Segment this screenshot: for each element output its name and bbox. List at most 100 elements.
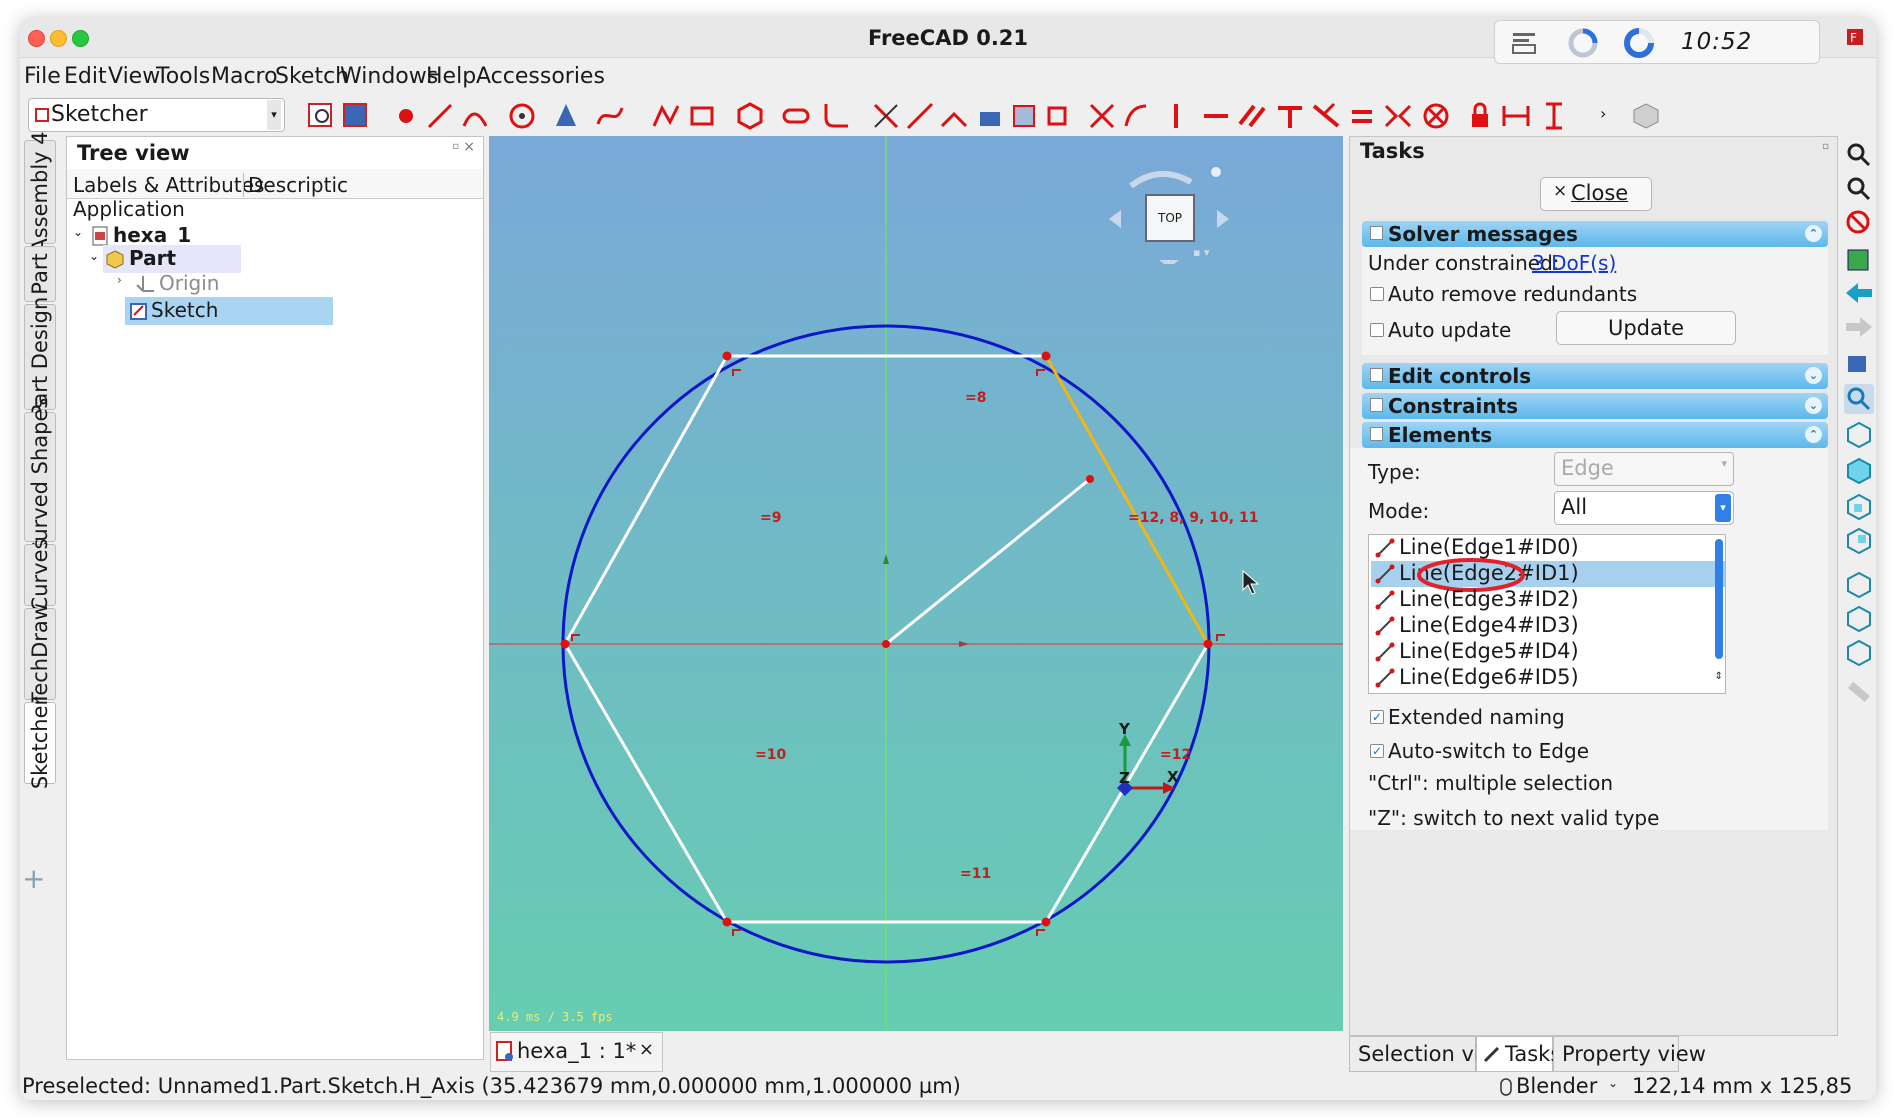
- bspline-tool-icon[interactable]: [594, 100, 626, 132]
- tab-sketcher[interactable]: Sketcher: [24, 697, 56, 789]
- menu-macro[interactable]: Macro: [211, 64, 278, 89]
- close-button[interactable]: × Close: [1540, 177, 1652, 211]
- tree-item-part[interactable]: ⌄ Part: [89, 245, 241, 273]
- vertical-distance-icon[interactable]: [1538, 100, 1570, 132]
- constraint-label-10[interactable]: =10: [755, 747, 786, 763]
- vertex-point[interactable]: [722, 351, 732, 361]
- view-sketch-icon[interactable]: [306, 100, 338, 132]
- column-description[interactable]: Descriptic: [243, 173, 403, 197]
- bounding-box-icon[interactable]: [1844, 244, 1874, 274]
- mode-select[interactable]: All ▾: [1554, 491, 1734, 525]
- menu-edit[interactable]: Edit: [64, 64, 107, 89]
- constraint-label-9[interactable]: =9: [760, 510, 781, 526]
- point-tool-icon[interactable]: [390, 100, 422, 132]
- list-item[interactable]: Line(Edge2#ID1): [1371, 558, 1725, 592]
- list-scrollbar[interactable]: [1715, 539, 1723, 659]
- tab-assembly4[interactable]: Assembly 4: [24, 131, 56, 253]
- view-isometric-icon[interactable]: [1844, 420, 1874, 450]
- horizontal-distance-icon[interactable]: [1500, 100, 1532, 132]
- expand-chevron-icon[interactable]: ⌄: [1805, 397, 1822, 414]
- sync-view-icon[interactable]: [1844, 348, 1874, 378]
- list-item[interactable]: Line(Edge5#ID4): [1371, 639, 1725, 665]
- tab-part[interactable]: Part: [24, 246, 56, 302]
- edit-controls-header[interactable]: Edit controls ⌄: [1362, 363, 1828, 389]
- radius-line[interactable]: [885, 477, 1091, 646]
- conic-tool-icon[interactable]: [550, 100, 582, 132]
- constraint-label-11[interactable]: =11: [960, 866, 991, 882]
- menu-windows[interactable]: Windows: [340, 64, 438, 89]
- auto-switch-checkbox[interactable]: ✓: [1370, 744, 1384, 758]
- parallel-constraint-icon[interactable]: [1236, 100, 1268, 132]
- panel-float-icon[interactable]: ▫: [1822, 141, 1829, 152]
- zoom-in-icon[interactable]: [1844, 140, 1874, 170]
- extended-naming-checkbox[interactable]: ✓: [1370, 710, 1384, 724]
- view-bottom-icon[interactable]: [1844, 604, 1874, 634]
- list-item[interactable]: Line(Edge4#ID3): [1371, 613, 1725, 639]
- vertical-constraint-icon[interactable]: [1160, 100, 1192, 132]
- back-arrow-icon[interactable]: [1844, 278, 1874, 308]
- collapse-chevron-icon[interactable]: ⌃: [1805, 426, 1822, 443]
- window-list-icon[interactable]: [1509, 27, 1539, 57]
- vertex-point[interactable]: [722, 917, 732, 927]
- hexagon-edge-2[interactable]: [1044, 355, 1210, 645]
- toolbar-overflow-icon[interactable]: ›: [1600, 104, 1606, 123]
- navigation-cube[interactable]: TOP ▪ ▾: [1109, 164, 1229, 264]
- expand-arrow-icon[interactable]: ›: [117, 273, 122, 287]
- menu-accessories[interactable]: Accessories: [476, 64, 605, 89]
- horizontal-constraint-icon[interactable]: [1200, 100, 1232, 132]
- hexagon-edge-6[interactable]: [563, 355, 729, 645]
- tab-part-design[interactable]: Part Design: [24, 297, 56, 417]
- type-select[interactable]: Edge ▾: [1554, 452, 1734, 486]
- tab-curves[interactable]: Curves: [24, 539, 56, 611]
- draw-style-icon[interactable]: [1844, 208, 1874, 238]
- vertex-point[interactable]: [1203, 639, 1213, 649]
- polygon-tool-icon[interactable]: [734, 100, 766, 132]
- block-constraint-icon[interactable]: [1420, 100, 1452, 132]
- radius-end-point[interactable]: [1086, 475, 1094, 483]
- 3d-viewport[interactable]: =8 =9 =12, 8, 9, 10, 11 =10 =12 =11 TOP …: [489, 136, 1343, 1031]
- hexagon-edge-5[interactable]: [563, 643, 729, 923]
- tab-tasks[interactable]: Tasks: [1476, 1036, 1561, 1072]
- expand-chevron-icon[interactable]: ⌄: [89, 249, 99, 263]
- collapse-chevron-icon[interactable]: ⌃: [1805, 225, 1822, 242]
- vertex-point[interactable]: [560, 639, 570, 649]
- forward-arrow-icon[interactable]: [1844, 312, 1874, 342]
- list-item[interactable]: Line(Edge6#ID5): [1371, 665, 1725, 691]
- column-labels-attributes[interactable]: Labels & Attributes: [73, 173, 264, 197]
- rectangle-tool-icon[interactable]: [686, 100, 718, 132]
- polyline-tool-icon[interactable]: [650, 100, 682, 132]
- chevron-down-icon[interactable]: ⌄: [1608, 1076, 1618, 1090]
- lock-constraint-icon[interactable]: [1464, 100, 1496, 132]
- split-tool-icon[interactable]: [938, 100, 970, 132]
- menu-tools[interactable]: Tools: [156, 64, 210, 89]
- view-top-icon[interactable]: [1844, 492, 1874, 522]
- solver-messages-header[interactable]: Solver messages ⌃: [1362, 221, 1828, 247]
- elements-list[interactable]: Line(Edge1#ID0) Line(Edge2#ID1) Line(Edg…: [1368, 534, 1726, 694]
- panel-close-icon[interactable]: ×: [463, 139, 475, 155]
- nav-cube-menu-icon[interactable]: ▪ ▾: [1193, 246, 1209, 259]
- perpendicular-constraint-icon[interactable]: [1274, 100, 1306, 132]
- expand-chevron-icon[interactable]: ⌄: [73, 225, 83, 239]
- tab-selection-view[interactable]: Selection view: [1349, 1036, 1510, 1072]
- menu-sketch[interactable]: Sketch: [275, 64, 349, 89]
- construction-mode-icon[interactable]: [1044, 100, 1076, 132]
- sketch-canvas[interactable]: [489, 136, 1343, 1031]
- constraint-label-multi[interactable]: =12, 8, 9, 10, 11: [1128, 510, 1258, 526]
- fit-selection-icon[interactable]: [1844, 384, 1874, 414]
- elements-header[interactable]: Elements ⌃: [1362, 422, 1828, 448]
- part-box-icon[interactable]: [1630, 100, 1662, 132]
- tree-item-origin[interactable]: › Origin: [117, 271, 317, 297]
- auto-remove-checkbox[interactable]: [1370, 287, 1384, 301]
- measure-icon[interactable]: [1844, 676, 1874, 706]
- menu-help[interactable]: Help: [426, 64, 476, 89]
- extend-tool-icon[interactable]: [904, 100, 936, 132]
- point-on-object-icon[interactable]: [1120, 100, 1152, 132]
- equal-constraint-icon[interactable]: [1346, 100, 1378, 132]
- panel-float-icon[interactable]: ▫: [452, 141, 459, 152]
- view-section-icon[interactable]: [340, 100, 372, 132]
- symmetric-constraint-icon[interactable]: [1382, 100, 1414, 132]
- carbon-copy-icon[interactable]: [1008, 100, 1040, 132]
- vertex-point[interactable]: [1041, 917, 1051, 927]
- center-point[interactable]: [882, 640, 890, 648]
- nav-cube-face[interactable]: TOP: [1145, 194, 1195, 242]
